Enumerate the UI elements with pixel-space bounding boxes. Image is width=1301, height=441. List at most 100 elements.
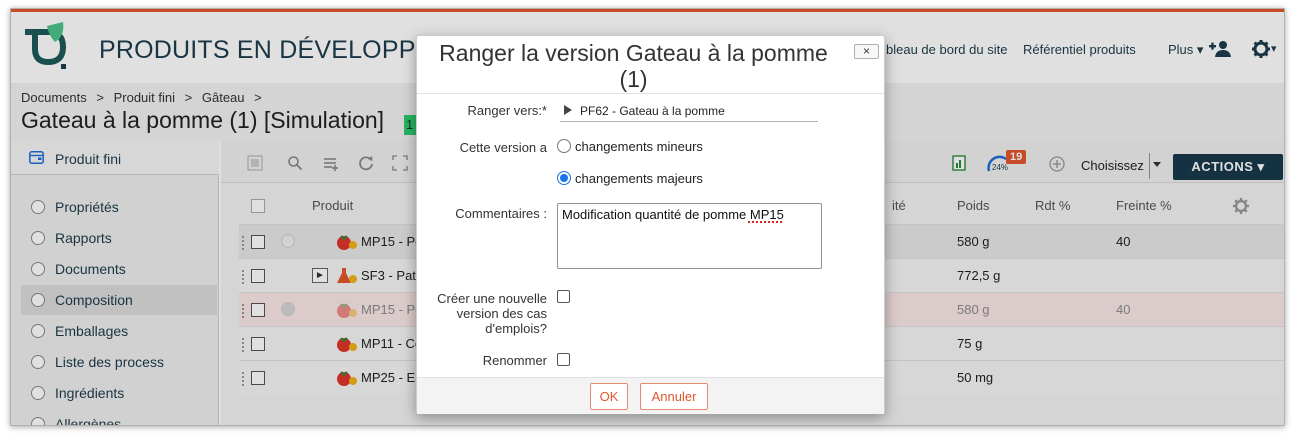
add-circle-icon[interactable]: [1049, 156, 1065, 172]
drag-handle[interactable]: [242, 338, 244, 352]
radio-label: changements majeurs: [575, 171, 703, 186]
breadcrumb: Documents > Produit fini > Gâteau >: [21, 90, 268, 105]
sidebar-item-label: Allergènes: [55, 416, 122, 426]
radio-button[interactable]: [557, 171, 571, 185]
nav-link-dashboard[interactable]: bleau de bord du site: [886, 42, 1007, 57]
radio-icon: [31, 231, 45, 245]
sidebar: Produit fini Propriétés Rapports Documen…: [11, 141, 219, 426]
column-header-quantite[interactable]: ité: [892, 198, 906, 213]
actions-button[interactable]: ACTIONS ▾: [1173, 154, 1283, 180]
drag-handle[interactable]: [242, 236, 244, 250]
cell-product[interactable]: SF3 - Pate: [361, 268, 423, 283]
refresh-icon[interactable]: [358, 155, 374, 171]
expand-row-button[interactable]: ►: [312, 268, 328, 283]
row-checkbox[interactable]: [251, 337, 265, 351]
row-state-indicator: [281, 234, 295, 248]
chevron-down-icon[interactable]: [1153, 162, 1161, 167]
sidebar-item-label: Emballages: [55, 323, 129, 339]
sidebar-item-label: Liste des process: [55, 354, 164, 370]
search-icon[interactable]: [287, 155, 303, 171]
sidebar-item-rapports[interactable]: Rapports: [21, 223, 217, 253]
drag-handle[interactable]: [242, 270, 244, 284]
cell-product[interactable]: MP15 - Po: [361, 234, 422, 249]
breadcrumb-separator: >: [254, 90, 262, 105]
cell-product[interactable]: MP15 - Po: [361, 302, 422, 317]
sidebar-item-proprietes[interactable]: Propriétés: [21, 192, 217, 222]
add-list-icon[interactable]: [323, 155, 339, 171]
dialog-title-line: Ranger la version Gateau à la pomme: [439, 40, 828, 66]
excel-icon[interactable]: [951, 155, 967, 171]
row-state-indicator: [281, 302, 295, 316]
radio-button[interactable]: [557, 139, 571, 153]
nav-link-referentiel[interactable]: Référentiel produits: [1023, 42, 1136, 57]
drag-handle[interactable]: [242, 372, 244, 386]
notification-badge: 19: [1006, 150, 1027, 164]
radio-icon: [31, 417, 45, 425]
radio-icon: [31, 293, 45, 307]
column-header-rdt[interactable]: Rdt %: [1035, 198, 1070, 213]
select-divider: [1149, 153, 1150, 179]
comment-textarea[interactable]: Modification quantité de pomme MP15: [557, 203, 822, 269]
comment-label: Commentaires :: [455, 206, 547, 221]
sidebar-item-label: Composition: [55, 292, 133, 308]
create-version-label: Créer une nouvelle version des cas d'emp…: [437, 291, 547, 336]
settings-menu[interactable]: ▾: [1249, 39, 1279, 59]
breadcrumb-separator: >: [96, 90, 104, 105]
radio-icon: [31, 262, 45, 276]
breadcrumb-separator: >: [184, 90, 193, 105]
cell-poids: 580 g: [957, 234, 990, 249]
create-version-checkbox[interactable]: [557, 290, 570, 303]
sidebar-item-process[interactable]: Liste des process: [21, 347, 217, 377]
logo-icon[interactable]: [17, 20, 71, 72]
gear-icon: [1252, 40, 1270, 58]
page-title: Gateau à la pomme (1) [Simulation]: [21, 107, 385, 133]
column-header-poids[interactable]: Poids: [957, 198, 990, 213]
rename-label: Renommer: [482, 353, 547, 368]
radio-icon: [31, 355, 45, 369]
sidebar-item-ingredients[interactable]: Ingrédients: [21, 378, 217, 408]
radio-icon: [31, 386, 45, 400]
breadcrumb-documents[interactable]: Documents: [21, 90, 87, 105]
sidebar-item-allergenes[interactable]: Allergènes: [21, 409, 217, 426]
close-button[interactable]: ×: [854, 44, 879, 59]
cell-product[interactable]: MP25 - E3: [361, 370, 422, 385]
row-checkbox[interactable]: [251, 303, 265, 317]
choose-select[interactable]: Choisissez: [1081, 153, 1144, 179]
gauge-percent: 24%: [992, 163, 1009, 172]
rename-checkbox[interactable]: [557, 353, 570, 366]
spellcheck-underline: [748, 220, 782, 223]
row-checkbox[interactable]: [251, 269, 265, 283]
add-user-icon[interactable]: [1209, 40, 1231, 58]
store-version-dialog: Ranger la version Gateau à la pomme (1) …: [416, 35, 885, 414]
sidebar-item-label: Ingrédients: [55, 385, 125, 401]
cell-freinte: 40: [1116, 302, 1131, 317]
cell-poids: 772,5 g: [957, 268, 1001, 283]
row-checkbox[interactable]: [251, 235, 265, 249]
export-icon[interactable]: [247, 155, 263, 171]
column-header-produit[interactable]: Produit: [312, 198, 353, 213]
tomato-icon: [337, 303, 357, 318]
ranger-vers-field[interactable]: PF62 - Gateau à la pomme: [560, 102, 818, 122]
breadcrumb-produit-fini[interactable]: Produit fini: [114, 90, 175, 105]
sidebar-item-label: Documents: [55, 261, 126, 277]
row-checkbox[interactable]: [251, 371, 265, 385]
tomato-icon: [337, 371, 357, 386]
radio-icon: [31, 324, 45, 338]
sidebar-item-emballages[interactable]: Emballages: [21, 316, 217, 346]
sidebar-item-documents[interactable]: Documents: [21, 254, 217, 284]
radio-icon: [31, 200, 45, 214]
ok-button[interactable]: OK: [590, 383, 628, 410]
sidebar-header[interactable]: Produit fini: [11, 141, 219, 175]
cancel-button[interactable]: Annuler: [640, 383, 708, 410]
nav-link-plus[interactable]: Plus ▾: [1168, 42, 1203, 58]
ranger-label: Ranger vers:*: [467, 103, 547, 118]
column-header-freinte[interactable]: Freinte %: [1116, 198, 1172, 213]
drag-handle[interactable]: [242, 304, 244, 318]
breadcrumb-gateau[interactable]: Gâteau: [202, 90, 245, 105]
sidebar-item-label: Propriétés: [55, 199, 119, 215]
select-all-checkbox[interactable]: [251, 199, 265, 213]
cell-poids: 75 g: [957, 336, 983, 351]
gear-icon[interactable]: [1232, 197, 1250, 215]
fullscreen-icon[interactable]: [392, 155, 408, 171]
sidebar-item-composition[interactable]: Composition: [21, 285, 217, 315]
